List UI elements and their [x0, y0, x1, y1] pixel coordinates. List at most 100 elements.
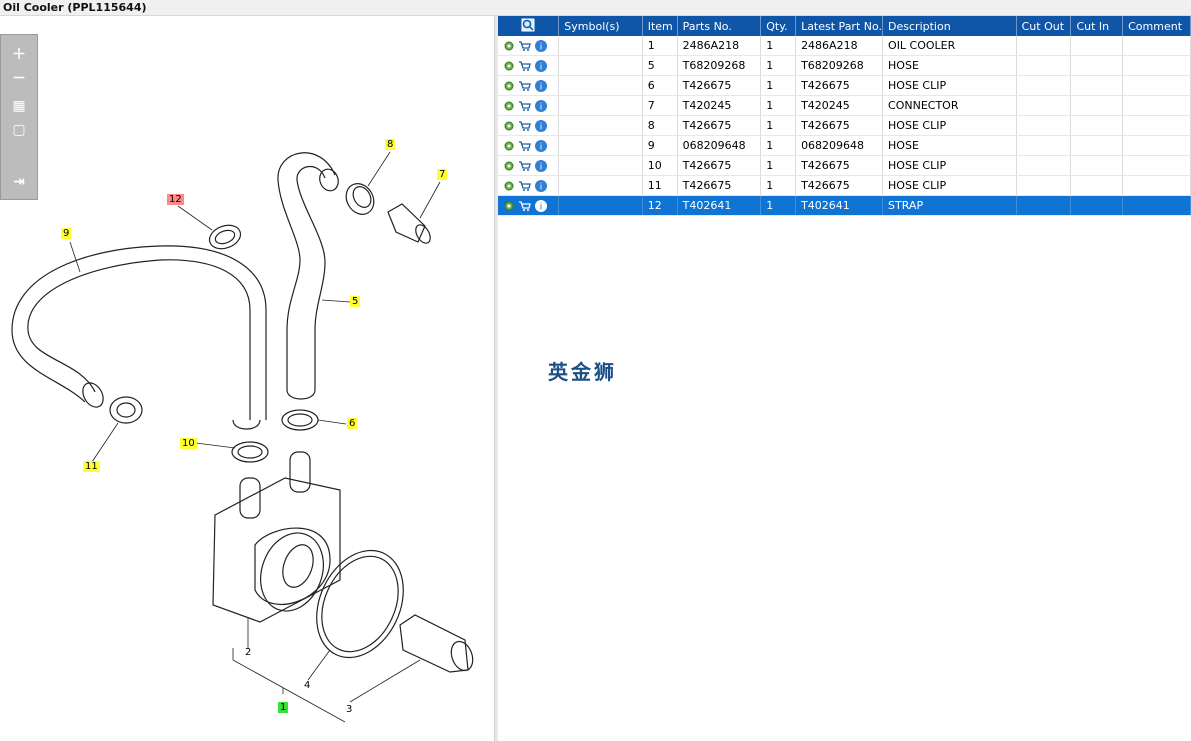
cell-parts-no: 2486A218: [677, 36, 762, 56]
fit-all-button[interactable]: ▦: [10, 97, 28, 115]
gear-icon[interactable]: [502, 199, 516, 213]
cell-cut-out: [1016, 155, 1072, 176]
table-header-row: Symbol(s) Item Parts No. Qty. Latest Par…: [498, 16, 1191, 36]
zoom-out-button[interactable]: －: [10, 69, 28, 87]
plus-icon: ＋: [12, 47, 26, 63]
callout-8[interactable]: 8: [385, 139, 396, 150]
table-row[interactable]: i 1 2486A218 1 2486A218 OIL COOLER: [498, 36, 1191, 56]
row-actions-cell: i: [498, 95, 560, 116]
cart-icon[interactable]: [518, 119, 532, 133]
callout-2[interactable]: 2: [243, 647, 253, 658]
cell-parts-no: 068209648: [677, 135, 762, 156]
table-row[interactable]: i 10 T426675 1 T426675 HOSE CLIP: [498, 155, 1191, 176]
zoom-in-button[interactable]: ＋: [10, 45, 28, 63]
cell-parts-no: T426675: [677, 75, 762, 96]
column-header-comment[interactable]: Comment: [1122, 16, 1191, 36]
gear-icon[interactable]: [502, 179, 516, 193]
cell-qty: 1: [760, 175, 797, 196]
cart-icon[interactable]: [518, 139, 532, 153]
cell-item: 9: [642, 135, 678, 156]
clip-12: [208, 224, 242, 250]
parts-diagram[interactable]: ＋ － ▦ ▢ ⇥ 8 7 12 9 5 6 10 11 2 4 3 1: [0, 16, 494, 741]
cell-symbols: [558, 115, 643, 136]
column-header-item[interactable]: Item: [642, 16, 678, 36]
info-icon[interactable]: i: [534, 79, 548, 93]
column-header-icons[interactable]: [498, 16, 560, 36]
cell-cut-out: [1016, 95, 1072, 116]
column-header-description[interactable]: Description: [882, 16, 1017, 36]
gear-icon[interactable]: [502, 99, 516, 113]
cell-qty: 1: [760, 115, 797, 136]
svg-text:i: i: [540, 122, 543, 132]
callout-6[interactable]: 6: [347, 418, 358, 429]
cart-icon[interactable]: [518, 179, 532, 193]
cell-cut-in: [1070, 75, 1124, 96]
cell-comment: [1122, 75, 1191, 96]
cart-icon[interactable]: [518, 39, 532, 53]
callout-1[interactable]: 1: [278, 702, 289, 713]
table-row[interactable]: i 7 T420245 1 T420245 CONNECTOR: [498, 95, 1191, 116]
gear-icon[interactable]: [502, 159, 516, 173]
gear-icon[interactable]: [502, 39, 516, 53]
column-header-parts-no[interactable]: Parts No.: [677, 16, 762, 36]
cart-icon[interactable]: [518, 199, 532, 213]
search-grid-icon: [521, 18, 535, 31]
callout-7[interactable]: 7: [437, 169, 448, 180]
info-icon[interactable]: i: [534, 179, 548, 193]
svg-text:i: i: [540, 162, 543, 172]
cell-item: 6: [642, 75, 678, 96]
callout-4[interactable]: 4: [302, 680, 312, 691]
cell-cut-in: [1070, 95, 1124, 116]
callout-10[interactable]: 10: [180, 438, 197, 449]
row-actions-cell: i: [498, 36, 560, 56]
gear-icon[interactable]: [502, 59, 516, 73]
cart-icon[interactable]: [518, 159, 532, 173]
cell-item: 12: [642, 195, 678, 216]
callout-5[interactable]: 5: [350, 296, 361, 307]
cart-icon[interactable]: [518, 59, 532, 73]
column-header-cut-in[interactable]: Cut In: [1070, 16, 1124, 36]
info-icon[interactable]: i: [534, 59, 548, 73]
info-icon[interactable]: i: [534, 39, 548, 53]
hose-9-end: [82, 382, 104, 408]
table-row[interactable]: i 9 068209648 1 068209648 HOSE: [498, 135, 1191, 156]
cell-qty: 1: [760, 36, 797, 56]
cell-cut-in: [1070, 135, 1124, 156]
callout-11[interactable]: 11: [83, 461, 100, 472]
column-header-cut-out[interactable]: Cut Out: [1016, 16, 1072, 36]
cell-comment: [1122, 155, 1191, 176]
callout-3[interactable]: 3: [344, 704, 354, 715]
cell-description: STRAP: [882, 195, 1017, 216]
info-icon[interactable]: i: [534, 139, 548, 153]
table-row[interactable]: i 12 T402641 1 T402641 STRAP: [498, 195, 1191, 216]
info-icon[interactable]: i: [534, 199, 548, 213]
column-header-latest-part-no[interactable]: Latest Part No.: [795, 16, 884, 36]
table-row[interactable]: i 6 T426675 1 T426675 HOSE CLIP: [498, 75, 1191, 96]
column-header-qty[interactable]: Qty.: [760, 16, 797, 36]
cell-parts-no: T420245: [677, 95, 762, 116]
cell-description: CONNECTOR: [882, 95, 1017, 116]
cell-cut-out: [1016, 195, 1072, 216]
cell-qty: 1: [760, 155, 797, 176]
info-icon[interactable]: i: [534, 119, 548, 133]
info-icon[interactable]: i: [534, 99, 548, 113]
table-row[interactable]: i 11 T426675 1 T426675 HOSE CLIP: [498, 175, 1191, 196]
export-button[interactable]: ⇥: [10, 173, 28, 191]
callout-12[interactable]: 12: [167, 194, 184, 205]
table-row[interactable]: i 8 T426675 1 T426675 HOSE CLIP: [498, 115, 1191, 136]
cart-icon[interactable]: [518, 79, 532, 93]
callout-9[interactable]: 9: [61, 228, 72, 239]
cell-latest-part-no: T426675: [795, 155, 884, 176]
gear-icon[interactable]: [502, 119, 516, 133]
cell-cut-out: [1016, 36, 1072, 56]
fit-window-button[interactable]: ▢: [10, 121, 28, 139]
row-actions-cell: i: [498, 155, 560, 176]
gear-icon[interactable]: [502, 79, 516, 93]
gear-icon[interactable]: [502, 139, 516, 153]
cart-icon[interactable]: [518, 99, 532, 113]
cell-symbols: [558, 155, 643, 176]
window-title-bar: Oil Cooler (PPL115644): [0, 0, 1191, 16]
column-header-symbols[interactable]: Symbol(s): [558, 16, 643, 36]
info-icon[interactable]: i: [534, 159, 548, 173]
table-row[interactable]: i 5 T68209268 1 T68209268 HOSE: [498, 55, 1191, 76]
